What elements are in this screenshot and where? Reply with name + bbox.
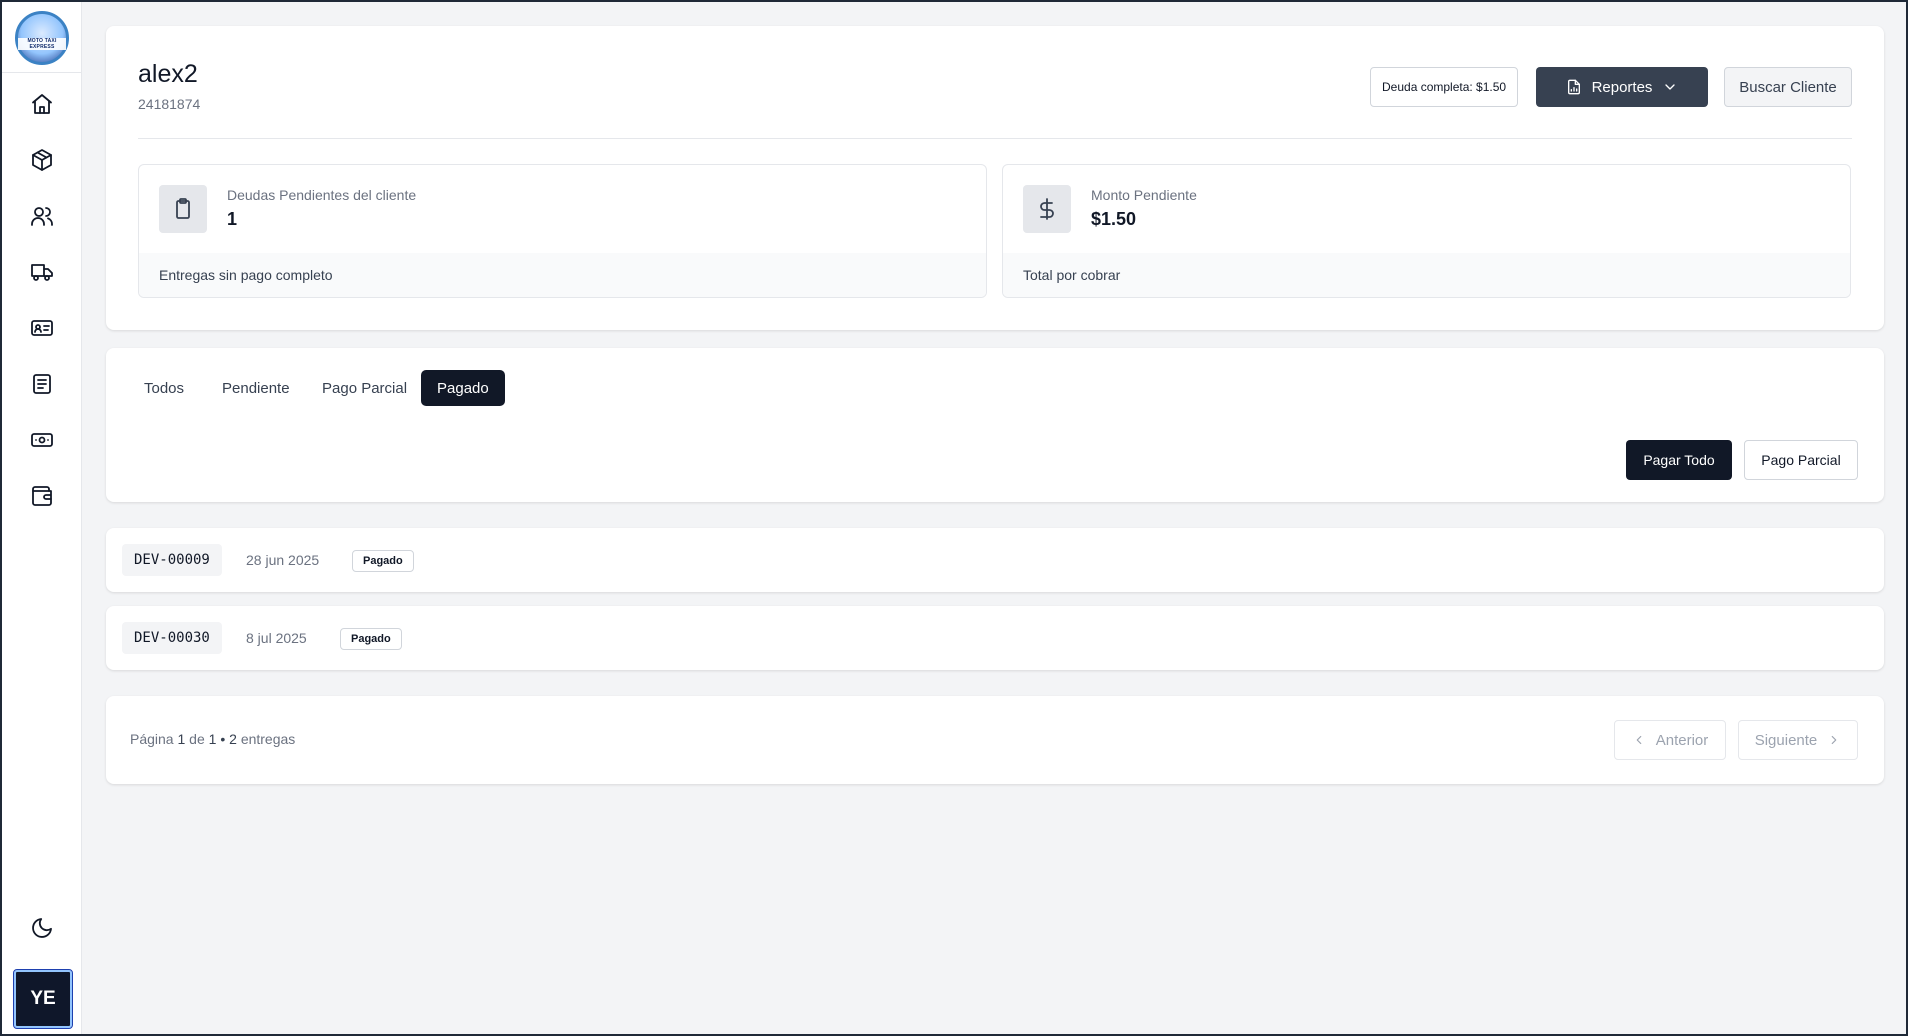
users-icon (31, 207, 53, 226)
pending-debts-stat: Deudas Pendientes del cliente 1 Entregas… (138, 164, 987, 298)
list-item[interactable]: DEV-00030 8 jul 2025 Pagado (106, 606, 1884, 670)
wallet-icon (32, 486, 52, 506)
chevron-left-icon (1636, 735, 1642, 745)
avatar[interactable]: YE (13, 969, 73, 1029)
sidebar-item-packages[interactable] (20, 140, 64, 180)
sidebar: MOTO TAXI EXPRESS YE (2, 2, 82, 1034)
truck-icon (31, 264, 53, 281)
client-name: alex2 (138, 60, 198, 88)
dollar-icon (1040, 198, 1054, 220)
list-icon (33, 374, 51, 394)
sidebar-divider (2, 72, 81, 73)
home-icon (32, 94, 52, 114)
filter-tabs-card: Todos Pendiente Pago Parcial Pagado Paga… (106, 348, 1884, 502)
pagination-info: Página 1 de 1 • 2 entregas (130, 731, 296, 747)
logo-text: MOTO TAXI EXPRESS (18, 38, 66, 50)
reports-label: Reportes (1591, 78, 1653, 96)
previous-page-button[interactable]: Anterior (1614, 720, 1726, 760)
moon-icon (32, 918, 52, 938)
status-badge: Pagado (340, 628, 402, 650)
chevron-down-icon (1665, 84, 1676, 90)
sidebar-item-drivers[interactable] (20, 308, 64, 348)
clipboard-icon (176, 198, 190, 219)
next-page-button[interactable]: Siguiente (1738, 720, 1858, 760)
box-icon (32, 149, 52, 171)
pagination: Página 1 de 1 • 2 entregas Anterior Sigu… (106, 696, 1884, 784)
id-card-icon (31, 320, 53, 336)
pay-all-button[interactable]: Pagar Todo (1626, 440, 1732, 480)
stat-value: $1.50 (1091, 209, 1137, 229)
pending-amount-stat: Monto Pendiente $1.50 Total por cobrar (1002, 164, 1851, 298)
tab-todos[interactable]: Todos (128, 370, 200, 406)
stat-label: Deudas Pendientes del cliente (227, 187, 417, 203)
file-chart-icon (1567, 79, 1580, 95)
status-badge: Pagado (352, 550, 414, 572)
tab-pendiente[interactable]: Pendiente (206, 370, 306, 406)
app-logo[interactable]: MOTO TAXI EXPRESS (10, 10, 74, 66)
tab-pagado[interactable]: Pagado (421, 370, 505, 406)
stat-footer: Entregas sin pago completo (139, 253, 986, 297)
sidebar-item-payments[interactable] (20, 420, 64, 460)
sidebar-item-wallet[interactable] (20, 476, 64, 516)
search-client-button[interactable]: Buscar Cliente (1724, 67, 1852, 107)
theme-toggle[interactable] (20, 908, 64, 948)
sidebar-item-clients[interactable] (20, 196, 64, 236)
delivery-code: DEV-00009 (122, 544, 222, 576)
sidebar-item-home[interactable] (20, 84, 64, 124)
tab-pago-parcial[interactable]: Pago Parcial (306, 370, 423, 406)
chevron-right-icon (1831, 735, 1837, 745)
reports-dropdown-button[interactable]: Reportes (1536, 67, 1708, 107)
stat-value: 1 (227, 209, 238, 229)
header-divider (138, 138, 1852, 139)
delivery-date: 28 jun 2025 (246, 552, 320, 568)
client-header-card: alex2 24181874 Deuda completa: $1.50 Rep… (106, 26, 1884, 330)
list-item[interactable]: DEV-00009 28 jun 2025 Pagado (106, 528, 1884, 592)
delivery-date: 8 jul 2025 (246, 630, 307, 646)
stat-label: Monto Pendiente (1091, 187, 1197, 203)
client-id: 24181874 (138, 96, 201, 112)
banknote-icon (31, 433, 53, 447)
partial-payment-button[interactable]: Pago Parcial (1744, 440, 1858, 480)
total-debt-badge: Deuda completa: $1.50 (1370, 67, 1519, 107)
sidebar-item-deliveries[interactable] (20, 252, 64, 292)
stat-footer: Total por cobrar (1003, 253, 1850, 297)
delivery-code: DEV-00030 (122, 622, 222, 654)
sidebar-item-reports[interactable] (20, 364, 64, 404)
